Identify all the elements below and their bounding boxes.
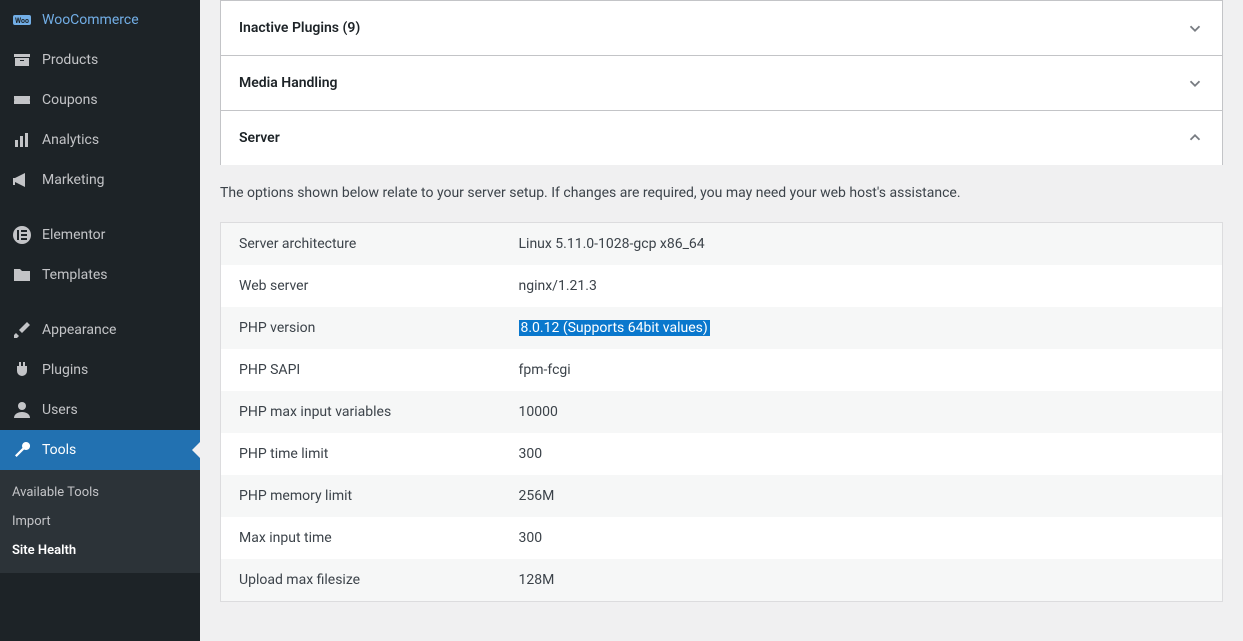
row-label: Upload max filesize [221,559,501,602]
sidebar-item-label: Elementor [42,227,105,243]
sidebar-item-label: Marketing [42,172,105,188]
sidebar-item-elementor[interactable]: Elementor [0,215,200,255]
row-value: 128M [501,559,1223,602]
sidebar-item-users[interactable]: Users [0,390,200,430]
submenu-item-import[interactable]: Import [0,507,200,536]
sidebar-item-templates[interactable]: Templates [0,255,200,295]
sidebar-item-appearance[interactable]: Appearance [0,310,200,350]
megaphone-icon [12,170,32,190]
sidebar-item-plugins[interactable]: Plugins [0,350,200,390]
svg-text:Woo: Woo [15,17,29,25]
chevron-down-icon [1186,19,1204,37]
sidebar-item-label: Appearance [42,322,116,338]
accordion-server: Server [220,111,1223,165]
admin-sidebar: Woo WooCommerce Products Coupons Analyti… [0,0,200,641]
row-value: 10000 [501,391,1223,433]
sidebar-item-marketing[interactable]: Marketing [0,160,200,200]
sidebar-item-analytics[interactable]: Analytics [0,120,200,160]
user-icon [12,400,32,420]
table-row: Upload max filesize 128M [221,559,1223,602]
accordion-header-inactive-plugins[interactable]: Inactive Plugins (9) [221,1,1222,55]
table-row: Max input time 300 [221,517,1223,559]
sidebar-item-label: Products [42,52,98,68]
server-description: The options shown below relate to your s… [220,183,1223,204]
row-value: 256M [501,475,1223,517]
sidebar-item-label: WooCommerce [42,12,139,28]
row-label: PHP max input variables [221,391,501,433]
row-value: 300 [501,517,1223,559]
ticket-icon [12,90,32,110]
accordion-inactive-plugins: Inactive Plugins (9) [220,0,1223,56]
sidebar-item-woocommerce[interactable]: Woo WooCommerce [0,0,200,40]
table-row: Server architecture Linux 5.11.0-1028-gc… [221,223,1223,266]
chart-bar-icon [12,130,32,150]
folder-icon [12,265,32,285]
sidebar-item-label: Plugins [42,362,88,378]
submenu-item-site-health[interactable]: Site Health [0,536,200,565]
accordion-title: Media Handling [239,75,338,91]
row-label: PHP memory limit [221,475,501,517]
plug-icon [12,360,32,380]
accordion-media-handling: Media Handling [220,56,1223,111]
brush-icon [12,320,32,340]
row-value: fpm-fcgi [501,349,1223,391]
sidebar-item-label: Users [42,402,78,418]
archive-icon [12,50,32,70]
row-value: nginx/1.21.3 [501,265,1223,307]
chevron-down-icon [1186,74,1204,92]
main-content: Inactive Plugins (9) Media Handling Serv… [200,0,1243,641]
row-label: PHP version [221,307,501,349]
sidebar-item-tools[interactable]: Tools [0,430,200,470]
row-label: Max input time [221,517,501,559]
table-row: PHP max input variables 10000 [221,391,1223,433]
row-label: Web server [221,265,501,307]
highlighted-text: 8.0.12 (Supports 64bit values) [519,320,710,336]
row-label: PHP time limit [221,433,501,475]
table-row: PHP SAPI fpm-fcgi [221,349,1223,391]
chevron-up-icon [1186,129,1204,147]
table-row: PHP version 8.0.12 (Supports 64bit value… [221,307,1223,349]
table-row: PHP memory limit 256M [221,475,1223,517]
row-label: PHP SAPI [221,349,501,391]
accordion-header-media-handling[interactable]: Media Handling [221,56,1222,110]
row-label: Server architecture [221,223,501,266]
row-value: Linux 5.11.0-1028-gcp x86_64 [501,223,1223,266]
table-row: Web server nginx/1.21.3 [221,265,1223,307]
sidebar-item-label: Tools [42,442,76,458]
accordion-header-server[interactable]: Server [221,111,1222,165]
sidebar-item-label: Analytics [42,132,99,148]
sidebar-item-label: Templates [42,267,108,283]
server-info-table: Server architecture Linux 5.11.0-1028-gc… [220,222,1223,602]
table-row: PHP time limit 300 [221,433,1223,475]
submenu-item-available-tools[interactable]: Available Tools [0,478,200,507]
sidebar-item-products[interactable]: Products [0,40,200,80]
row-value: 300 [501,433,1223,475]
elementor-icon [12,225,32,245]
accordion-title: Inactive Plugins (9) [239,20,360,36]
sidebar-item-label: Coupons [42,92,98,108]
wrench-icon [12,440,32,460]
woocommerce-icon: Woo [12,10,32,30]
tools-submenu: Available Tools Import Site Health [0,470,200,573]
sidebar-item-coupons[interactable]: Coupons [0,80,200,120]
row-value: 8.0.12 (Supports 64bit values) [501,307,1223,349]
accordion-title: Server [239,130,280,146]
